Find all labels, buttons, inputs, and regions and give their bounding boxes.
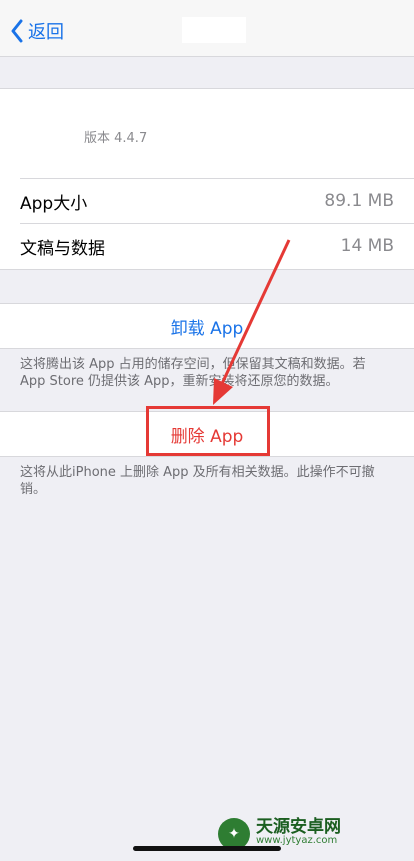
offload-app-button[interactable]: 卸载 App [0,303,414,349]
back-button[interactable]: 返回 [10,18,64,44]
app-size-value: 89.1 MB [324,191,394,211]
highlight-box [146,406,270,456]
app-size-row: App大小 89.1 MB [20,179,394,223]
offload-note: 这将腾出该 App 占用的储存空间，但保留其文稿和数据。若 App Store … [20,357,366,389]
watermark-name: 天源安卓网 [256,817,341,837]
home-indicator[interactable] [133,846,281,851]
documents-data-label: 文稿与数据 [20,238,105,259]
offload-app-label: 卸载 App [170,318,244,339]
chevron-left-icon [11,19,23,43]
delete-note: 这将从此iPhone 上删除 App 及所有相关数据。此操作不可撤销。 [20,465,375,497]
app-info-section: 版本 4.4.7 App大小 89.1 MB 文稿与数据 14 MB [0,88,414,270]
back-label: 返回 [28,22,64,43]
documents-data-row: 文稿与数据 14 MB [20,224,394,268]
navigation-bar: 返回 [0,0,414,57]
title-redaction [182,17,246,43]
version-text: 版本 4.4.7 [84,131,148,146]
documents-data-value: 14 MB [340,236,394,256]
app-size-label: App大小 [20,193,88,214]
